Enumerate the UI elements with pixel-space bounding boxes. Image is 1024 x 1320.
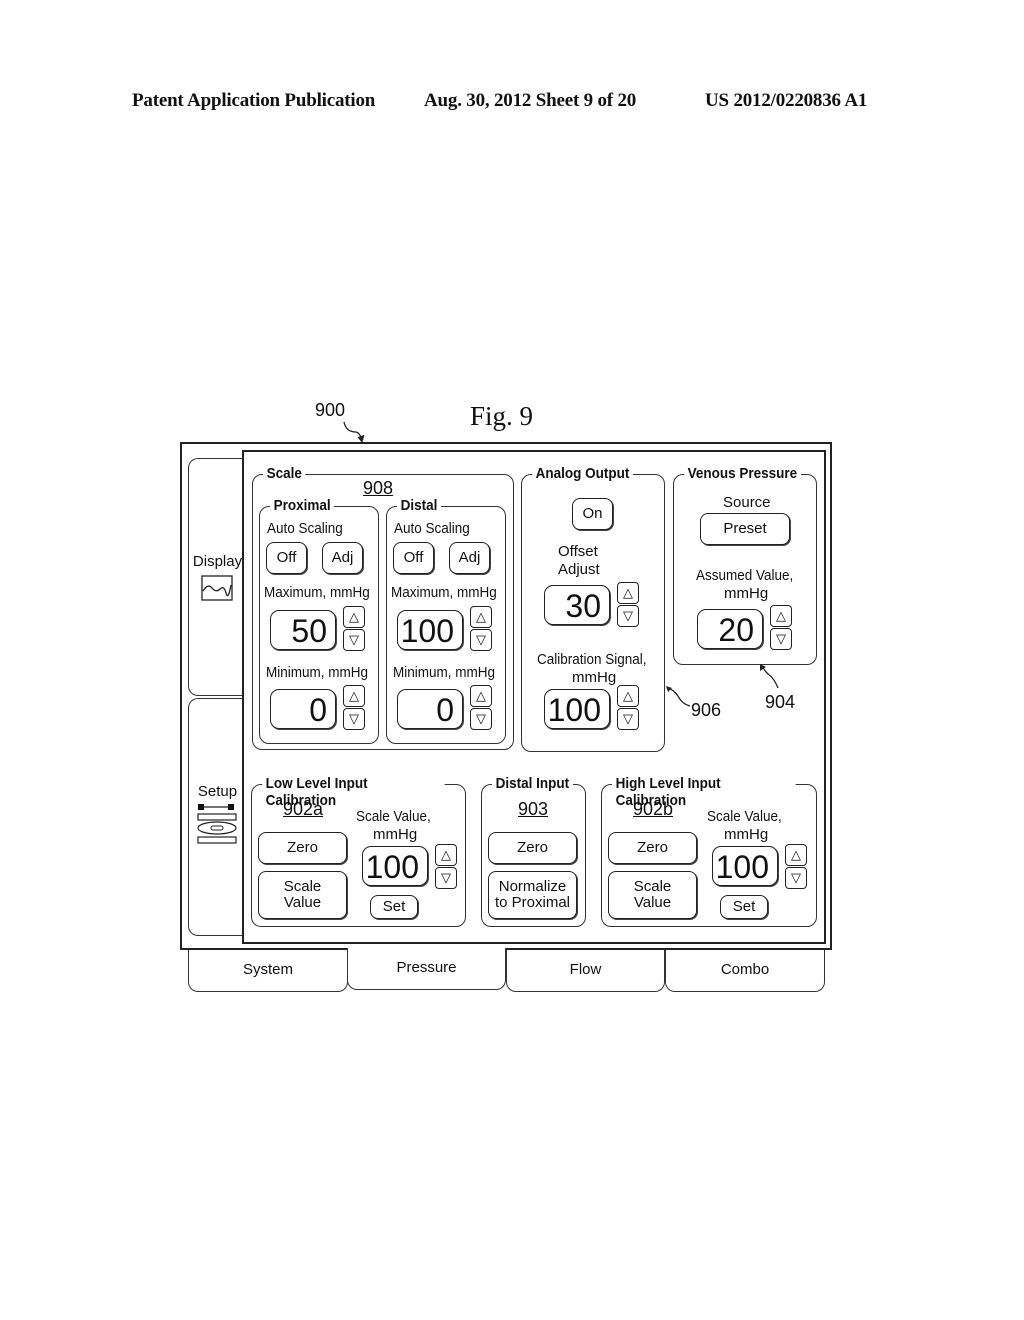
proximal-max-value[interactable]: 50: [270, 610, 336, 650]
calibration-label-2: mmHg: [572, 669, 617, 686]
low-scale-value-label-1: Scale: [283, 877, 322, 895]
assumed-label-1: Assumed Value,: [696, 567, 794, 584]
sidebar-item-label: Display: [192, 553, 243, 570]
high-set-button[interactable]: Set: [720, 895, 768, 919]
distal-min-down-button[interactable]: ▽: [470, 708, 492, 730]
high-scale-value[interactable]: 100: [712, 846, 778, 886]
low-scale-value-label-2: Value: [283, 894, 322, 911]
offset-up-button[interactable]: △: [617, 582, 639, 604]
normalize-to-proximal-button[interactable]: Normalize to Proximal: [488, 871, 577, 919]
ref-904-arrow: [760, 664, 779, 689]
high-scale-value-label-2: Value: [633, 894, 672, 911]
proximal-auto-scaling-label: Auto Scaling: [267, 520, 343, 537]
low-scale-value-unit: mmHg: [373, 826, 418, 843]
sidebar-item-display[interactable]: Display: [188, 458, 246, 696]
calibration-up-button[interactable]: △: [617, 685, 639, 707]
low-down-button[interactable]: ▽: [435, 867, 457, 889]
publication-label: Patent Application Publication: [132, 90, 376, 111]
offset-label-2: Adjust: [558, 561, 600, 578]
distal-title: Distal: [397, 497, 441, 514]
ref-902b: 902b: [633, 799, 674, 819]
ref-904: 904: [765, 692, 796, 712]
tab-system[interactable]: System: [188, 950, 348, 992]
distal-zero-button[interactable]: Zero: [488, 832, 577, 864]
scale-title: Scale: [263, 465, 306, 482]
high-scale-value-button[interactable]: Scale Value: [608, 871, 697, 919]
ref-906: 906: [691, 700, 722, 720]
ref-900: 900: [315, 400, 346, 420]
venous-pressure-title: Venous Pressure: [684, 465, 801, 482]
low-scale-value[interactable]: 100: [362, 846, 428, 886]
normalize-label-1: Normalize: [498, 877, 567, 895]
calibration-down-button[interactable]: ▽: [617, 708, 639, 730]
proximal-adj-button[interactable]: Adj: [322, 542, 363, 574]
high-zero-button[interactable]: Zero: [608, 832, 697, 864]
sidebar-item-setup[interactable]: Setup: [188, 698, 246, 936]
proximal-title: Proximal: [270, 497, 335, 514]
proximal-min-down-button[interactable]: ▽: [343, 708, 365, 730]
active-tab-connector: [349, 947, 504, 950]
proximal-max-up-button[interactable]: △: [343, 606, 365, 628]
tab-pressure[interactable]: Pressure: [347, 948, 506, 990]
distal-auto-scaling-label: Auto Scaling: [394, 520, 470, 537]
tab-combo[interactable]: Combo: [665, 950, 825, 992]
high-scale-value-label-1: Scale: [633, 877, 672, 895]
assumed-value[interactable]: 20: [697, 609, 763, 649]
distal-off-button[interactable]: Off: [393, 542, 434, 574]
ref-906-arrow: [666, 686, 691, 707]
ref-903: 903: [518, 799, 549, 819]
calibration-label-1: Calibration Signal,: [537, 651, 647, 668]
analog-on-button[interactable]: On: [572, 498, 613, 530]
offset-adjust-value[interactable]: 30: [544, 585, 610, 625]
calibration-signal-value[interactable]: 100: [544, 689, 610, 729]
offset-down-button[interactable]: ▽: [617, 605, 639, 627]
low-zero-button[interactable]: Zero: [258, 832, 347, 864]
patent-number: US 2012/0220836 A1: [705, 90, 868, 111]
assumed-down-button[interactable]: ▽: [770, 628, 792, 650]
proximal-max-down-button[interactable]: ▽: [343, 629, 365, 651]
ref-902a: 902a: [283, 799, 324, 819]
distal-max-down-button[interactable]: ▽: [470, 629, 492, 651]
high-down-button[interactable]: ▽: [785, 867, 807, 889]
date-sheet-label: Aug. 30, 2012 Sheet 9 of 20: [424, 90, 637, 111]
figure-title: Fig. 9: [470, 401, 534, 431]
source-preset-button[interactable]: Preset: [700, 513, 790, 545]
tab-flow[interactable]: Flow: [506, 950, 665, 992]
distal-min-up-button[interactable]: △: [470, 685, 492, 707]
high-up-button[interactable]: △: [785, 844, 807, 866]
assumed-up-button[interactable]: △: [770, 605, 792, 627]
distal-max-up-button[interactable]: △: [470, 606, 492, 628]
low-scale-value-label: Scale Value,: [356, 808, 431, 825]
distal-adj-button[interactable]: Adj: [449, 542, 490, 574]
high-scale-value-unit: mmHg: [724, 826, 769, 843]
proximal-min-value[interactable]: 0: [270, 689, 336, 729]
distal-max-value[interactable]: 100: [397, 610, 463, 650]
sidebar-item-label: Setup: [197, 783, 238, 800]
setup-icon: [197, 804, 237, 844]
distal-input-title: Distal Input: [492, 775, 573, 792]
normalize-label-2: to Proximal: [494, 894, 571, 911]
proximal-off-button[interactable]: Off: [266, 542, 307, 574]
low-up-button[interactable]: △: [435, 844, 457, 866]
distal-max-label: Maximum, mmHg: [391, 584, 497, 601]
proximal-max-label: Maximum, mmHg: [264, 584, 370, 601]
waveform-icon: [201, 575, 233, 601]
proximal-min-label: Minimum, mmHg: [266, 664, 369, 681]
distal-min-value[interactable]: 0: [397, 689, 463, 729]
low-set-button[interactable]: Set: [370, 895, 418, 919]
ref-900-arrow: [343, 421, 365, 444]
offset-label-1: Offset: [558, 543, 598, 560]
ref-908: 908: [363, 478, 394, 498]
assumed-label-2: mmHg: [724, 585, 769, 602]
low-scale-value-button[interactable]: Scale Value: [258, 871, 347, 919]
analog-output-title: Analog Output: [532, 465, 633, 482]
source-label: Source: [723, 494, 771, 511]
proximal-min-up-button[interactable]: △: [343, 685, 365, 707]
distal-min-label: Minimum, mmHg: [393, 664, 496, 681]
high-scale-value-label: Scale Value,: [707, 808, 782, 825]
